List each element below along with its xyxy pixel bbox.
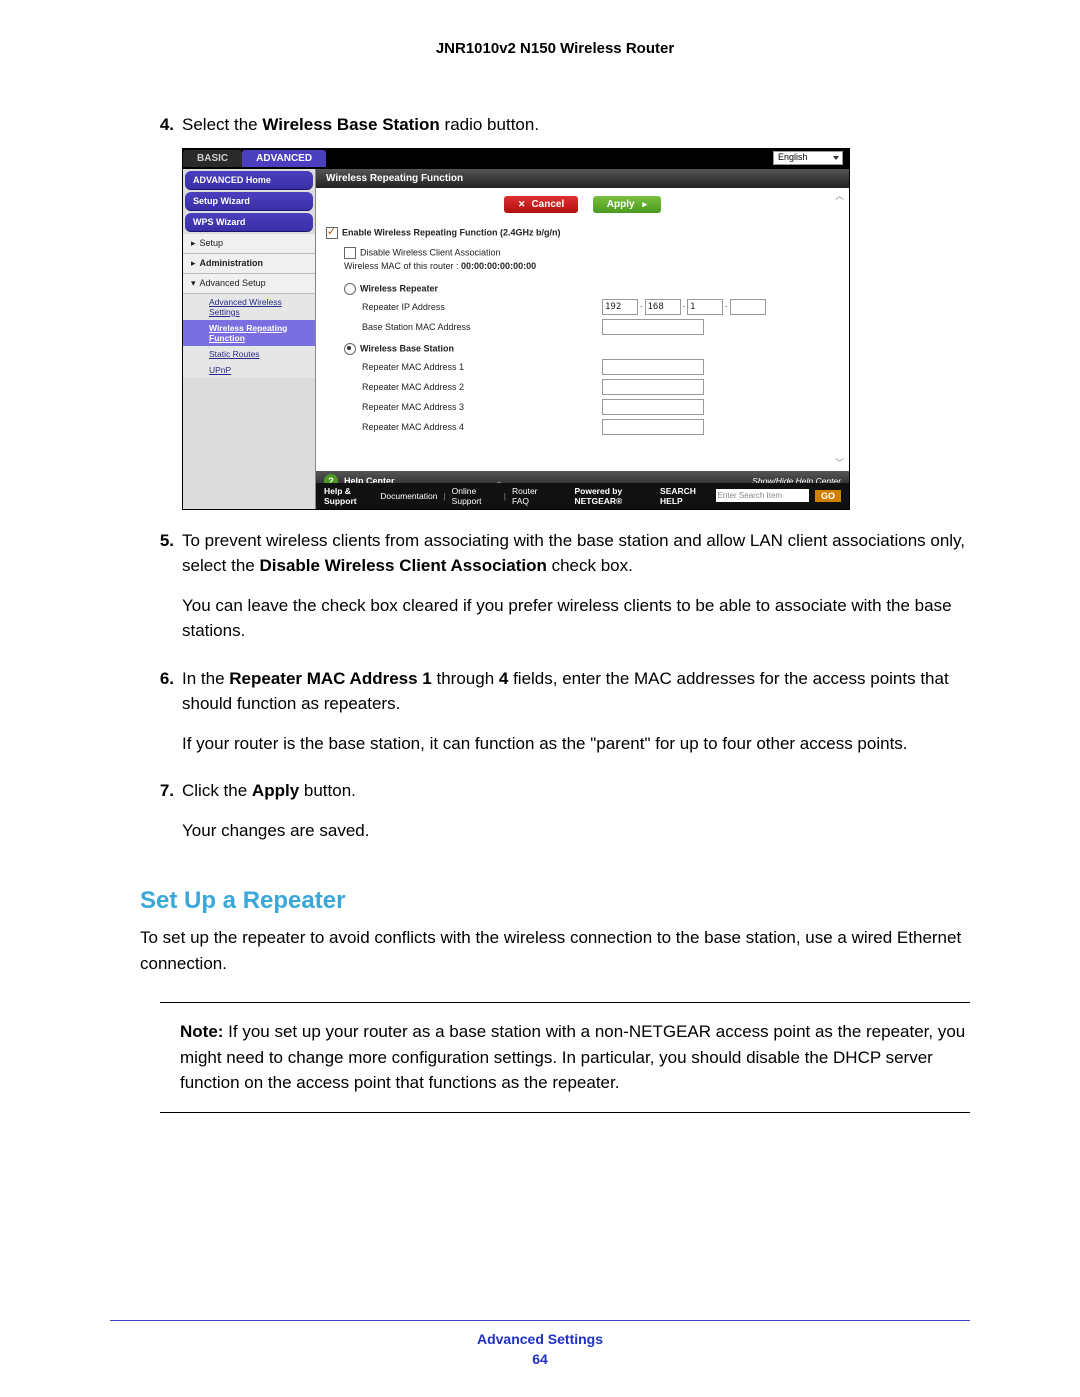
- search-go-button[interactable]: GO: [815, 490, 841, 502]
- router-mac-value: 00:00:00:00:00:00: [461, 261, 536, 271]
- tab-advanced[interactable]: ADVANCED: [242, 150, 326, 167]
- triangle-down-icon: ▾: [191, 278, 196, 289]
- sidebar-item-wireless-repeating[interactable]: Wireless Repeating Function: [183, 320, 315, 346]
- support-footer: Help & Support Documentation| Online Sup…: [316, 483, 849, 509]
- ip-octet-4[interactable]: [730, 299, 766, 315]
- sidebar: ADVANCED Home Setup Wizard WPS Wizard ▸S…: [183, 169, 316, 509]
- sidebar-administration[interactable]: ▸Administration: [183, 254, 315, 274]
- router-faq-link[interactable]: Router FAQ: [512, 486, 548, 506]
- repeater-mac-4-input[interactable]: [602, 419, 704, 435]
- sidebar-setup-wizard[interactable]: Setup Wizard: [185, 192, 313, 211]
- content-area: Wireless Repeating Function ︿ Cancel App…: [316, 169, 849, 509]
- repeater-mac-1-label: Repeater MAC Address 1: [326, 362, 542, 372]
- language-select[interactable]: English: [773, 151, 843, 165]
- step-4: 4. Select the Wireless Base Station radi…: [140, 112, 970, 138]
- online-support-link[interactable]: Online Support: [452, 486, 498, 506]
- repeater-mac-2-input[interactable]: [602, 379, 704, 395]
- search-help-input[interactable]: Enter Search Item: [716, 489, 809, 502]
- sidebar-advanced-setup[interactable]: ▾Advanced Setup: [183, 274, 315, 294]
- base-station-mac-label: Base Station MAC Address: [326, 322, 542, 332]
- sidebar-item-static-routes[interactable]: Static Routes: [183, 346, 315, 362]
- enable-repeating-label: Enable Wireless Repeating Function (2.4G…: [342, 227, 560, 237]
- enable-repeating-checkbox[interactable]: [326, 227, 338, 239]
- disable-client-assoc-checkbox[interactable]: [344, 247, 356, 259]
- scroll-down-icon[interactable]: ﹀: [835, 456, 849, 469]
- ip-octet-3[interactable]: 1: [687, 299, 723, 315]
- wireless-repeater-label: Wireless Repeater: [360, 283, 438, 293]
- triangle-right-icon: ▸: [191, 258, 196, 269]
- wireless-base-station-label: Wireless Base Station: [360, 343, 454, 353]
- base-station-mac-input[interactable]: [602, 319, 704, 335]
- ip-octet-1[interactable]: 192: [602, 299, 638, 315]
- repeater-mac-2-label: Repeater MAC Address 2: [326, 382, 542, 392]
- sidebar-item-advanced-wireless[interactable]: Advanced Wireless Settings: [183, 294, 315, 320]
- step-5: 5. To prevent wireless clients from asso…: [140, 528, 970, 658]
- search-help-label: SEARCH HELP: [660, 486, 710, 506]
- sidebar-item-upnp[interactable]: UPnP: [183, 362, 315, 378]
- repeater-mac-3-label: Repeater MAC Address 3: [326, 402, 542, 412]
- repeater-ip-input: 192. 168. 1.: [602, 299, 766, 315]
- sidebar-advanced-home[interactable]: ADVANCED Home: [185, 171, 313, 190]
- disable-client-assoc-label: Disable Wireless Client Association: [360, 247, 501, 257]
- ip-octet-2[interactable]: 168: [645, 299, 681, 315]
- section-intro: To set up the repeater to avoid conflict…: [140, 925, 970, 976]
- button-row: Cancel Apply: [316, 188, 849, 221]
- tab-bar: BASIC ADVANCED English: [183, 149, 849, 169]
- triangle-right-icon: ▸: [191, 238, 196, 249]
- repeater-mac-4-label: Repeater MAC Address 4: [326, 422, 542, 432]
- help-support-label: Help & Support: [324, 486, 374, 506]
- wireless-repeater-radio[interactable]: [344, 283, 356, 295]
- sidebar-wps-wizard[interactable]: WPS Wizard: [185, 213, 313, 232]
- scroll-up-icon[interactable]: ︿: [835, 189, 849, 202]
- sidebar-setup[interactable]: ▸Setup: [183, 234, 315, 254]
- page-footer: Advanced Settings 64: [110, 1320, 970, 1367]
- note-block: Note: If you set up your router as a bas…: [160, 1002, 970, 1113]
- documentation-link[interactable]: Documentation: [380, 491, 437, 501]
- panel-title: Wireless Repeating Function: [316, 169, 849, 188]
- cancel-button[interactable]: Cancel: [504, 196, 578, 213]
- section-heading: Set Up a Repeater: [140, 887, 970, 915]
- wireless-base-station-radio[interactable]: [344, 343, 356, 355]
- repeater-mac-3-input[interactable]: [602, 399, 704, 415]
- step-6: 6. In the Repeater MAC Address 1 through…: [140, 666, 970, 771]
- powered-by-label: Powered by NETGEAR®: [574, 486, 654, 506]
- router-admin-screenshot: BASIC ADVANCED English ADVANCED Home Set…: [182, 148, 850, 510]
- footer-page-number: 64: [110, 1351, 970, 1367]
- doc-title: JNR1010v2 N150 Wireless Router: [140, 40, 970, 57]
- apply-button[interactable]: Apply: [593, 196, 661, 213]
- footer-title: Advanced Settings: [110, 1331, 970, 1347]
- repeater-mac-1-input[interactable]: [602, 359, 704, 375]
- repeater-ip-label: Repeater IP Address: [326, 302, 542, 312]
- step-7: 7. Click the Apply button. Your changes …: [140, 778, 970, 857]
- tab-basic[interactable]: BASIC: [183, 150, 242, 167]
